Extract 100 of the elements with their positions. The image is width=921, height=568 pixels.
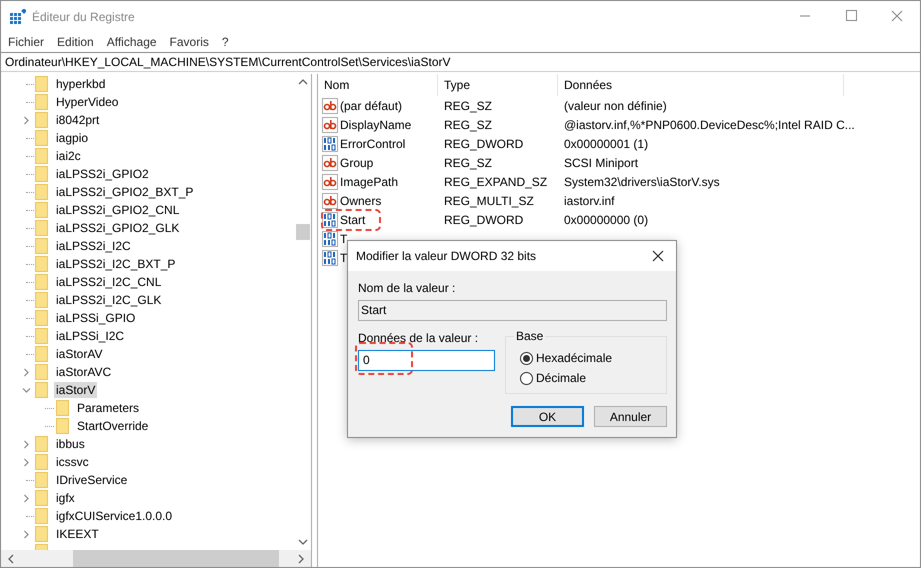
value-type: REG_DWORD bbox=[444, 212, 524, 226]
ok-button[interactable]: OK bbox=[511, 406, 584, 427]
scroll-right-icon[interactable] bbox=[297, 554, 305, 564]
value-name[interactable]: T bbox=[340, 232, 348, 246]
tree-item[interactable]: iai2c bbox=[54, 148, 83, 164]
folder-icon bbox=[35, 166, 48, 182]
string-value-icon bbox=[322, 192, 338, 208]
tree-item[interactable]: iaLPSS2i_GPIO2_GLK bbox=[54, 220, 182, 236]
expand-chevron-icon[interactable] bbox=[22, 458, 31, 466]
binary-value-icon bbox=[322, 230, 338, 246]
value-type: REG_SZ bbox=[444, 118, 492, 132]
tree-item[interactable]: iaLPSS2i_I2C bbox=[54, 238, 133, 254]
tree-item[interactable]: igfx bbox=[54, 490, 77, 506]
folder-icon bbox=[35, 328, 48, 344]
tree-item[interactable]: StartOverride bbox=[75, 418, 150, 434]
tree-item[interactable]: iagpio bbox=[54, 130, 90, 146]
value-name[interactable]: T bbox=[340, 250, 348, 264]
value-type: REG_SZ bbox=[444, 156, 492, 170]
cancel-button[interactable]: Annuler bbox=[594, 406, 667, 427]
value-name[interactable]: ImagePath bbox=[340, 174, 398, 188]
tree-item[interactable]: Parameters bbox=[75, 400, 142, 416]
tree-item[interactable]: iaLPSSi_GPIO bbox=[54, 310, 138, 326]
expand-chevron-icon[interactable] bbox=[22, 116, 31, 124]
tree-item[interactable]: iaLPSSi_I2C bbox=[54, 328, 126, 344]
value-name[interactable]: ErrorControl bbox=[340, 136, 406, 150]
folder-icon bbox=[35, 148, 48, 164]
horizontal-scrollbar[interactable] bbox=[1, 550, 311, 567]
expand-chevron-icon[interactable] bbox=[22, 368, 31, 376]
folder-icon bbox=[35, 310, 48, 326]
folder-icon bbox=[35, 382, 48, 398]
folder-icon bbox=[35, 202, 48, 218]
value-type: REG_DWORD bbox=[444, 136, 524, 150]
tree-item[interactable]: i8042prt bbox=[54, 112, 102, 128]
value-data: @iastorv.inf,%*PNP0600.DeviceDesc%;Intel RAID C... bbox=[564, 118, 855, 132]
folder-icon bbox=[35, 112, 48, 128]
folder-icon bbox=[35, 508, 48, 524]
tree-item[interactable]: icssvc bbox=[54, 454, 91, 470]
scroll-left-icon[interactable] bbox=[7, 554, 15, 564]
menu-item[interactable]: Fichier bbox=[8, 34, 44, 48]
address-field[interactable]: Ordinateur\HKEY_LOCAL_MACHINE\SYSTEM\CurrentControlSet\Services\iaStorV bbox=[1, 52, 920, 72]
menu-item[interactable]: Favoris bbox=[170, 34, 209, 48]
tree-item[interactable]: iaLPSS2i_GPIO2_BXT_P bbox=[54, 184, 196, 200]
radio-label[interactable]: Décimale bbox=[536, 371, 586, 385]
tree-item[interactable]: iaStorAV bbox=[54, 346, 104, 362]
scroll-down-icon[interactable] bbox=[298, 538, 308, 546]
menu-item[interactable]: Affichage bbox=[106, 34, 157, 48]
binary-value-icon bbox=[322, 212, 338, 228]
expand-chevron-icon[interactable] bbox=[22, 494, 31, 502]
value-name-field: Start bbox=[358, 300, 667, 321]
menu-item[interactable]: Edition bbox=[57, 34, 94, 48]
tree-item[interactable]: hyperkbd bbox=[54, 76, 108, 92]
expand-chevron-icon[interactable] bbox=[22, 530, 31, 538]
folder-icon bbox=[35, 490, 48, 506]
tree-item[interactable]: iaLPSS2i_I2C_CNL bbox=[54, 274, 164, 290]
folder-icon bbox=[35, 184, 48, 200]
value-data: SCSI Miniport bbox=[564, 156, 638, 170]
tree-item[interactable]: iaStorAVC bbox=[54, 364, 114, 380]
tree-item[interactable]: iaLPSS2i_GPIO2_CNL bbox=[54, 202, 182, 218]
value-data: System32\drivers\iaStorV.sys bbox=[564, 174, 720, 188]
value-data: 0x00000001 (1) bbox=[564, 136, 648, 150]
tree-item[interactable]: iaStorV bbox=[54, 382, 98, 398]
scroll-thumb[interactable] bbox=[73, 550, 279, 567]
window-title: Éditeur du Registre bbox=[32, 10, 136, 24]
tree-item[interactable]: iaLPSS2i_GPIO2 bbox=[54, 166, 151, 182]
tree-item[interactable]: HyperVideo bbox=[54, 94, 120, 110]
value-name[interactable]: Start bbox=[340, 212, 366, 226]
column-header[interactable]: Type bbox=[438, 74, 558, 96]
value-name[interactable]: Group bbox=[340, 156, 374, 170]
scroll-up-icon[interactable] bbox=[298, 78, 308, 86]
tree-item[interactable]: iaLPSS2i_I2C_GLK bbox=[54, 292, 164, 308]
value-name[interactable]: Owners bbox=[340, 194, 382, 208]
tree-item[interactable]: iaLPSS2i_I2C_BXT_P bbox=[54, 256, 178, 272]
column-header[interactable]: Données bbox=[558, 74, 844, 96]
value-type: REG_MULTI_SZ bbox=[444, 194, 534, 208]
folder-icon bbox=[35, 130, 48, 146]
radio-button[interactable] bbox=[520, 352, 533, 364]
radio-label[interactable]: Hexadécimale bbox=[536, 351, 612, 365]
scroll-thumb[interactable] bbox=[296, 224, 310, 240]
collapse-chevron-icon[interactable] bbox=[22, 386, 31, 394]
menu-item[interactable]: ? bbox=[222, 34, 229, 48]
value-data-field[interactable]: 0 bbox=[358, 350, 495, 371]
folder-icon bbox=[35, 436, 48, 452]
field-label: Nom de la valeur : bbox=[358, 281, 456, 295]
folder-icon bbox=[35, 76, 48, 92]
value-name[interactable]: DisplayName bbox=[340, 118, 412, 132]
radio-button[interactable] bbox=[520, 372, 533, 384]
value-name[interactable]: (par défaut) bbox=[340, 98, 402, 112]
folder-icon bbox=[56, 400, 69, 416]
close-icon[interactable] bbox=[652, 250, 664, 262]
tree-item[interactable]: ibbus bbox=[54, 436, 87, 452]
tree-item[interactable]: IKEEXT bbox=[54, 526, 101, 542]
expand-chevron-icon[interactable] bbox=[22, 440, 31, 448]
folder-icon bbox=[35, 292, 48, 308]
string-value-icon bbox=[322, 154, 338, 170]
tree-item[interactable]: igfxCUIService1.0.0.0 bbox=[54, 508, 174, 524]
dialog-title: Modifier la valeur DWORD 32 bits bbox=[356, 249, 536, 263]
folder-icon bbox=[35, 472, 48, 488]
registry-icon bbox=[10, 8, 26, 24]
tree-item[interactable]: IDriveService bbox=[54, 472, 130, 488]
column-header[interactable]: Nom bbox=[318, 74, 438, 96]
